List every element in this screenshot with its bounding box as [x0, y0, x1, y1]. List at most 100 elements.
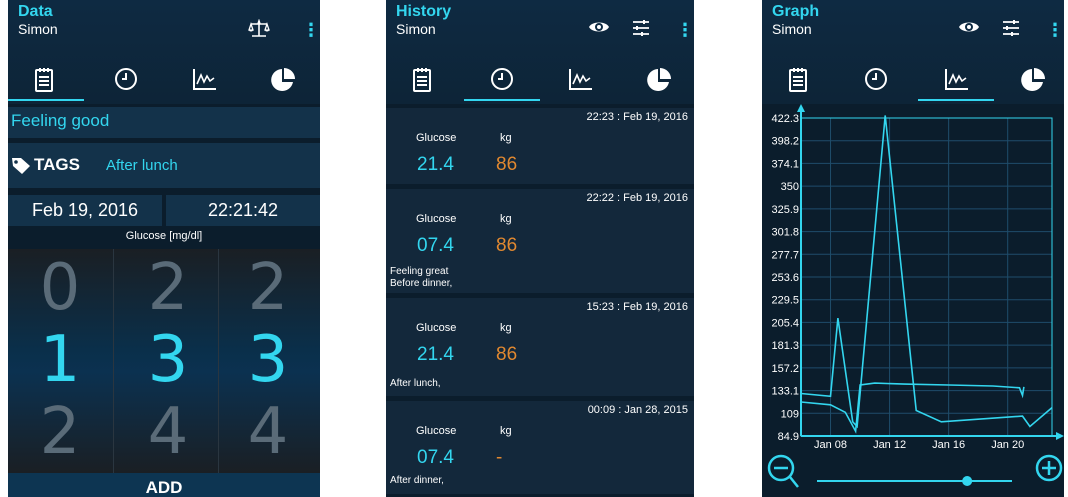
glucose-value: 07.4	[417, 235, 454, 256]
clock-icon	[115, 68, 137, 90]
tab-stats[interactable]	[244, 58, 320, 104]
digit-below: 4	[247, 395, 289, 469]
y-tick-label: 350	[781, 181, 799, 193]
tab-graph[interactable]	[542, 58, 618, 104]
app-bar: Graph Simon ⋮	[762, 0, 1064, 104]
digit-wheel-3[interactable]: 2 3 4	[218, 249, 318, 473]
y-axis-arrow	[797, 104, 805, 112]
digit-selected: 3	[147, 323, 189, 397]
more-vert-icon[interactable]: ⋮	[1046, 19, 1064, 41]
entry-note: After dinner,	[390, 475, 444, 486]
filter-icon[interactable]	[1000, 19, 1022, 41]
entry-timestamp: 22:22 : Feb 19, 2016	[586, 192, 688, 204]
history-entry[interactable]: 00:09 : Jan 28, 2015 Glucose kg 07.4 - A…	[386, 401, 694, 494]
tab-stats[interactable]	[994, 58, 1064, 104]
y-tick-label: 133.1	[771, 386, 799, 398]
tab-history[interactable]	[88, 58, 164, 104]
tab-data[interactable]	[8, 58, 84, 104]
digit-wheel-2[interactable]: 2 3 4	[118, 249, 218, 473]
kg-value: 86	[496, 344, 518, 365]
x-tick-label: Jan 20	[991, 439, 1024, 450]
tab-stats[interactable]	[620, 58, 694, 104]
tab-history[interactable]	[838, 58, 914, 104]
time-field[interactable]: 22:21:42	[166, 195, 320, 226]
more-vert-icon[interactable]: ⋮	[302, 19, 320, 41]
history-entry[interactable]: 15:23 : Feb 19, 2016 Glucose kg 21.4 86 …	[386, 298, 694, 396]
series-line-1	[800, 115, 1053, 429]
pie-chart-icon	[647, 68, 671, 91]
graph-icon	[945, 69, 968, 90]
graph-screen: Graph Simon ⋮ 422.3398.2374.1350325.	[762, 0, 1064, 497]
zoom-bar	[762, 452, 1064, 497]
clock-icon	[865, 68, 887, 90]
pie-chart-icon	[271, 68, 295, 91]
y-tick-label: 374.1	[771, 158, 799, 170]
tab-indicator	[464, 99, 540, 101]
entry-note: After lunch,	[390, 378, 441, 389]
x-tick-label: Jan 08	[814, 439, 847, 450]
screen-title: History	[396, 3, 452, 20]
kg-label: kg	[500, 132, 512, 144]
tab-bar	[386, 58, 694, 104]
eye-icon[interactable]	[958, 19, 980, 41]
y-tick-label: 181.3	[771, 340, 799, 352]
zoom-in-icon[interactable]	[1035, 454, 1063, 482]
tags-row[interactable]: TAGS After lunch	[8, 143, 320, 188]
tag-icon	[12, 158, 30, 174]
kg-label: kg	[500, 213, 512, 225]
glucose-label: Glucose	[416, 213, 457, 225]
zoom-out-icon[interactable]	[767, 454, 799, 488]
graph-icon	[193, 69, 216, 90]
glucose-label: Glucose	[416, 322, 457, 334]
history-entry[interactable]: 22:22 : Feb 19, 2016 Glucose kg 07.4 86 …	[386, 189, 694, 293]
screen-title: Data	[18, 3, 53, 20]
tab-bar	[762, 58, 1064, 104]
glucose-label: Glucose	[416, 132, 457, 144]
history-entry[interactable]: 22:23 : Feb 19, 2016 Glucose kg 21.4 86	[386, 108, 694, 184]
entry-note: Feeling great	[390, 266, 449, 277]
history-screen: History Simon ⋮ 22:23 : Feb 19, 2016 Glu…	[386, 0, 694, 497]
digit-above: 2	[147, 251, 189, 325]
tab-history[interactable]	[464, 58, 540, 104]
tab-data[interactable]	[762, 58, 838, 104]
digit-above: 0	[39, 251, 81, 325]
entry-note: Before dinner,	[390, 278, 453, 289]
feeling-note[interactable]: Feeling good	[8, 107, 320, 138]
tab-graph[interactable]	[166, 58, 242, 104]
entry-timestamp: 00:09 : Jan 28, 2015	[587, 404, 688, 416]
y-tick-label: 229.5	[771, 295, 799, 307]
glucose-chart[interactable]: 422.3 398.2 374.1 350 325.9 301.8 277.7 253.6 22…	[762, 104, 1064, 451]
glucose-value: 21.4	[417, 154, 454, 175]
app-bar: History Simon ⋮	[386, 0, 694, 104]
kg-value: -	[496, 447, 503, 468]
pie-chart-icon	[1021, 68, 1045, 91]
digit-selected: 1	[39, 323, 81, 397]
tab-graph[interactable]	[918, 58, 994, 104]
y-tick-label: 422.3	[771, 113, 799, 125]
screen-title: Graph	[772, 3, 820, 20]
date-field[interactable]: Feb 19, 2016	[8, 195, 162, 226]
filter-icon[interactable]	[630, 19, 652, 41]
zoom-slider-thumb[interactable]	[962, 476, 973, 486]
notebook-icon	[789, 68, 807, 92]
chart-area[interactable]: 422.3 398.2 374.1 350 325.9 301.8 277.7 253.6 22…	[762, 104, 1064, 451]
x-axis-arrow	[1056, 432, 1064, 440]
entry-timestamp: 22:23 : Feb 19, 2016	[586, 111, 688, 123]
scale-icon[interactable]	[248, 18, 270, 41]
entry-timestamp: 15:23 : Feb 19, 2016	[586, 301, 688, 313]
kg-value: 86	[496, 235, 518, 256]
more-vert-icon[interactable]: ⋮	[676, 19, 694, 41]
digit-below: 2	[39, 395, 81, 469]
y-tick-label: 84.9	[778, 431, 799, 443]
add-button[interactable]: ADD	[8, 473, 320, 497]
eye-icon[interactable]	[588, 19, 610, 41]
number-picker[interactable]: 0 1 2 2 3 4 2 3 4	[8, 249, 320, 473]
notebook-icon	[35, 68, 53, 92]
tab-data[interactable]	[386, 58, 462, 104]
digit-above: 2	[247, 251, 289, 325]
digit-selected: 3	[247, 323, 289, 397]
kg-value: 86	[496, 154, 518, 175]
notebook-icon	[413, 68, 431, 92]
digit-wheel-1[interactable]: 0 1 2	[10, 249, 110, 473]
wheel-divider	[113, 249, 114, 473]
